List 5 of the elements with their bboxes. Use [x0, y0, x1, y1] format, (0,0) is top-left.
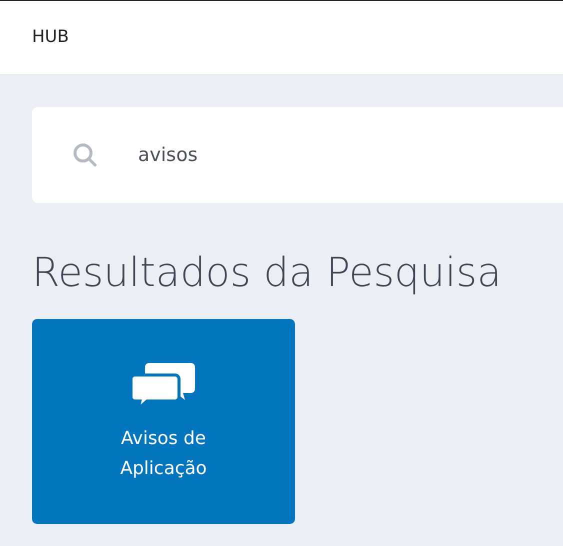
search-field[interactable]: avisos: [138, 140, 438, 170]
results-heading: Resultados da Pesquisa: [32, 249, 502, 298]
app-tile[interactable]: Avisos de Aplicação: [32, 319, 295, 524]
search-icon: [72, 142, 98, 168]
app-title: HUB: [32, 26, 69, 49]
